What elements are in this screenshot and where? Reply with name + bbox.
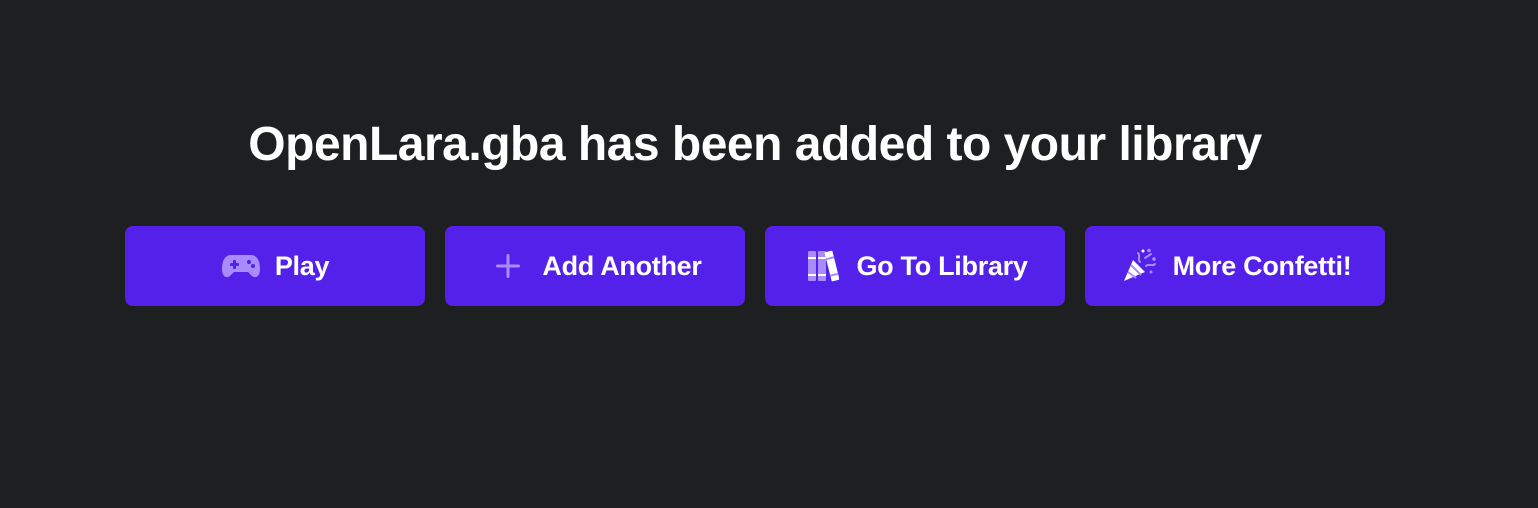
go-to-library-button[interactable]: Go To Library	[765, 226, 1065, 306]
gamepad-icon	[221, 246, 261, 286]
add-another-button[interactable]: Add Another	[445, 226, 745, 306]
go-to-library-button-label: Go To Library	[856, 250, 1028, 281]
party-popper-icon	[1119, 246, 1159, 286]
page-title: OpenLara.gba has been added to your libr…	[248, 118, 1262, 171]
success-page: OpenLara.gba has been added to your libr…	[0, 0, 1538, 508]
plus-icon	[488, 246, 528, 286]
add-another-button-label: Add Another	[542, 250, 702, 281]
action-buttons: Play Add Another Go To Library More Conf…	[125, 226, 1385, 306]
more-confetti-button[interactable]: More Confetti!	[1085, 226, 1385, 306]
play-button-label: Play	[274, 250, 330, 281]
play-button[interactable]: Play	[125, 226, 425, 306]
more-confetti-button-label: More Confetti!	[1172, 250, 1352, 281]
books-icon	[802, 246, 842, 286]
